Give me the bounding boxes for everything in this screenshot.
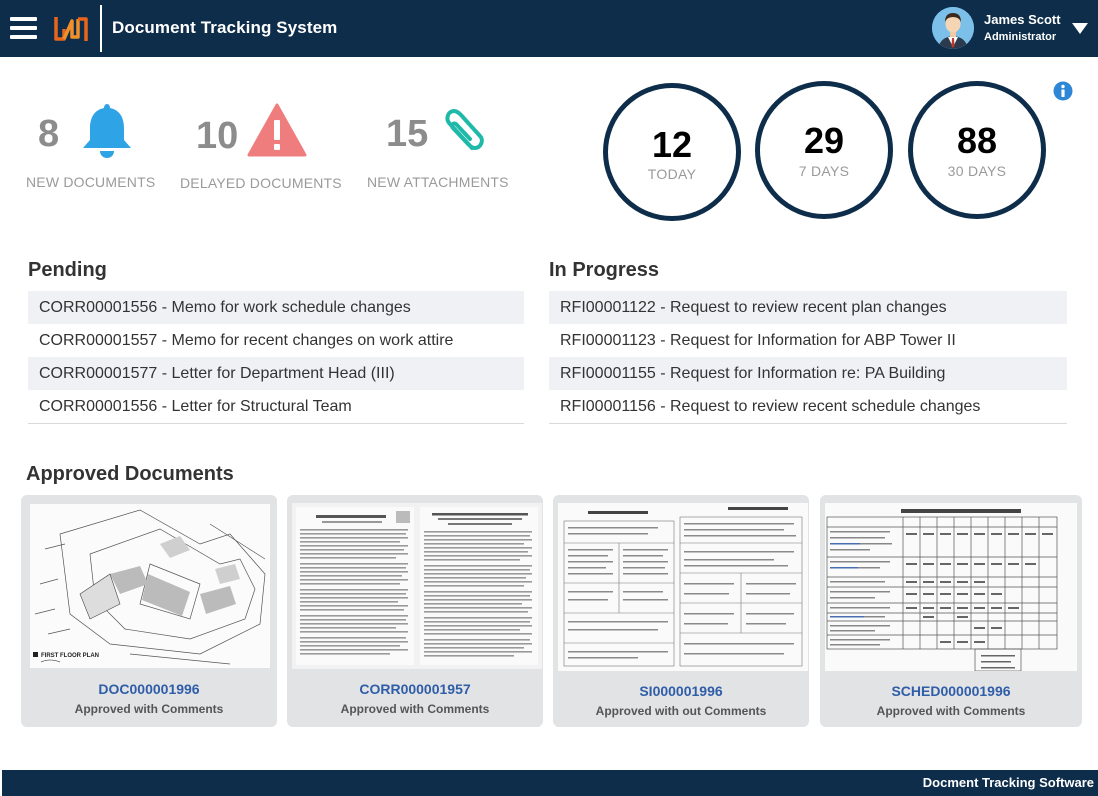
approved-card-id[interactable]: CORR000001957 [287,681,543,697]
approved-card[interactable]: SI000001996 Approved with out Comments [553,495,809,727]
counter-30-days: 88 30 DAYS [908,81,1046,219]
new-documents-label: NEW DOCUMENTS [26,174,156,190]
counter-7-days-value: 29 [803,120,845,161]
pending-item[interactable]: CORR00001556 - Memo for work schedule ch… [28,291,524,324]
delayed-documents-count: 10 [196,115,239,157]
approved-card-status: Approved with Comments [876,704,1026,718]
counter-today-label: TODAY [647,166,697,182]
counter-30-days-label: 30 DAYS [947,163,1007,179]
warning-icon [247,103,307,157]
approved-card-status: Approved with Comments [74,702,224,716]
app-title: Document Tracking System [112,18,338,37]
approved-card-id[interactable]: DOC000001996 [21,681,277,697]
approved-card[interactable]: SCHED000001996 Approved with Comments [820,495,1082,727]
counter-30-days-value: 88 [956,120,998,161]
pending-list: CORR00001556 - Memo for work schedule ch… [28,291,524,424]
approved-title: Approved Documents [26,463,234,485]
new-documents-count: 8 [38,113,60,155]
approved-card-id[interactable]: SI000001996 [553,683,809,699]
new-attachments-label: NEW ATTACHMENTS [367,174,509,190]
approved-card-status: Approved with Comments [340,702,490,716]
footer-bar: Docment Tracking Software [2,770,1098,796]
user-avatar[interactable] [932,7,974,49]
form-thumbnail [558,503,808,671]
pending-title: Pending [28,259,107,281]
pending-item[interactable]: CORR00001556 - Letter for Structural Tea… [28,390,524,423]
schedule-table-thumbnail [825,503,1077,671]
new-attachments-count: 15 [386,113,429,155]
paperclip-icon [445,109,484,150]
top-bar: Document Tracking System James Scott Adm… [0,0,1098,57]
approved-card-id[interactable]: SCHED000001996 [820,683,1082,699]
footer-text: Docment Tracking Software [922,775,1094,790]
in-progress-item[interactable]: RFI00001122 - Request to review recent p… [549,291,1067,324]
info-icon[interactable] [1053,81,1073,101]
in-progress-item[interactable]: RFI00001155 - Request for Information re… [549,357,1067,390]
counter-today: 12 TODAY [603,83,741,221]
approved-card-status: Approved with out Comments [595,704,767,718]
brand-logo-icon[interactable] [52,11,90,47]
approved-card[interactable]: FIRST FLOOR PLAN DOC000001996 Approved w… [21,495,277,727]
header-divider [100,5,102,52]
in-progress-title: In Progress [549,259,660,281]
caret-down-icon[interactable] [1071,21,1089,35]
in-progress-item[interactable]: RFI00001156 - Request to review recent s… [549,390,1067,423]
in-progress-list: RFI00001122 - Request to review recent p… [549,291,1067,424]
counter-7-days-label: 7 DAYS [798,163,850,179]
in-progress-item[interactable]: RFI00001123 - Request for Information fo… [549,324,1067,357]
svg-text:FIRST FLOOR PLAN: FIRST FLOOR PLAN [41,653,99,659]
hamburger-menu-icon[interactable] [10,16,38,40]
approved-card[interactable]: CORR000001957 Approved with Comments [287,495,543,727]
user-name: James Scott [984,12,1061,27]
bell-icon [83,104,131,158]
counter-today-value: 12 [651,124,693,165]
pending-item[interactable]: CORR00001557 - Memo for recent changes o… [28,324,524,357]
pending-item[interactable]: CORR00001577 - Letter for Department Hea… [28,357,524,390]
delayed-documents-label: DELAYED DOCUMENTS [180,175,342,191]
user-role: Administrator [984,31,1057,43]
letter-thumbnail [292,503,542,669]
counter-7-days: 29 7 DAYS [755,81,893,219]
floor-plan-thumbnail: FIRST FLOOR PLAN [30,504,270,668]
